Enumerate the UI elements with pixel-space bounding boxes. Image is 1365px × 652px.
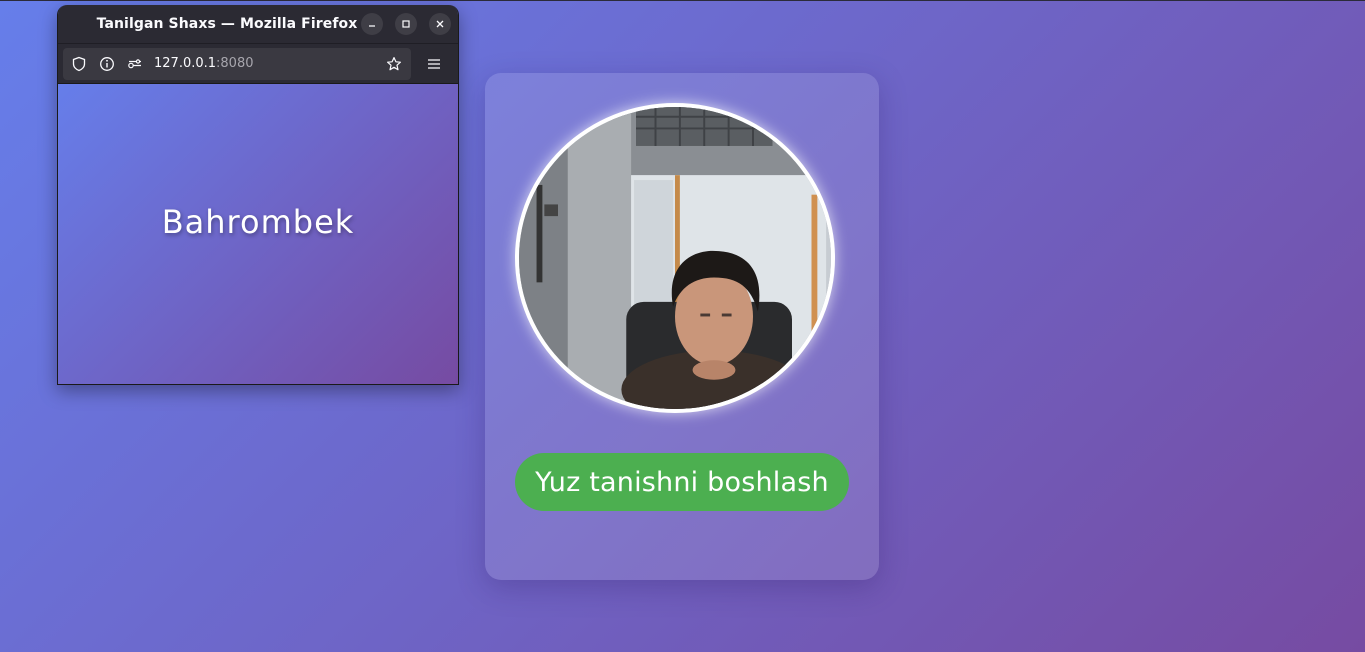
recognized-person-name: Bahrombek	[161, 202, 355, 241]
firefox-window: Tanilgan Shaxs — Mozilla Firefox 127.0.0…	[57, 5, 459, 385]
webcam-frame-image	[519, 107, 831, 409]
browser-toolbar: 127.0.0.1:8080	[58, 43, 458, 83]
permissions-icon[interactable]	[127, 56, 143, 72]
url-port: :8080	[216, 56, 254, 71]
hamburger-menu-icon[interactable]	[426, 56, 442, 72]
window-titlebar[interactable]: Tanilgan Shaxs — Mozilla Firefox	[58, 5, 458, 43]
maximize-icon	[402, 20, 410, 28]
address-bar[interactable]: 127.0.0.1:8080	[63, 48, 411, 80]
close-icon	[436, 20, 444, 28]
screen-top-edge	[0, 0, 1365, 1]
close-button[interactable]	[429, 13, 451, 35]
star-icon[interactable]	[386, 56, 402, 72]
window-title: Tanilgan Shaxs — Mozilla Firefox	[96, 16, 358, 32]
minimize-button[interactable]	[361, 13, 383, 35]
info-icon[interactable]	[99, 56, 115, 72]
webcam-video	[515, 103, 835, 413]
minimize-icon	[369, 25, 375, 27]
url-text[interactable]: 127.0.0.1:8080	[154, 56, 254, 71]
popup-content: Bahrombek	[58, 83, 458, 384]
shield-icon[interactable]	[71, 56, 87, 72]
start-face-recognition-button[interactable]: Yuz tanishni boshlash	[515, 453, 849, 511]
url-host: 127.0.0.1	[154, 56, 217, 71]
maximize-button[interactable]	[395, 13, 417, 35]
face-recognition-card: Yuz tanishni boshlash	[485, 73, 879, 580]
